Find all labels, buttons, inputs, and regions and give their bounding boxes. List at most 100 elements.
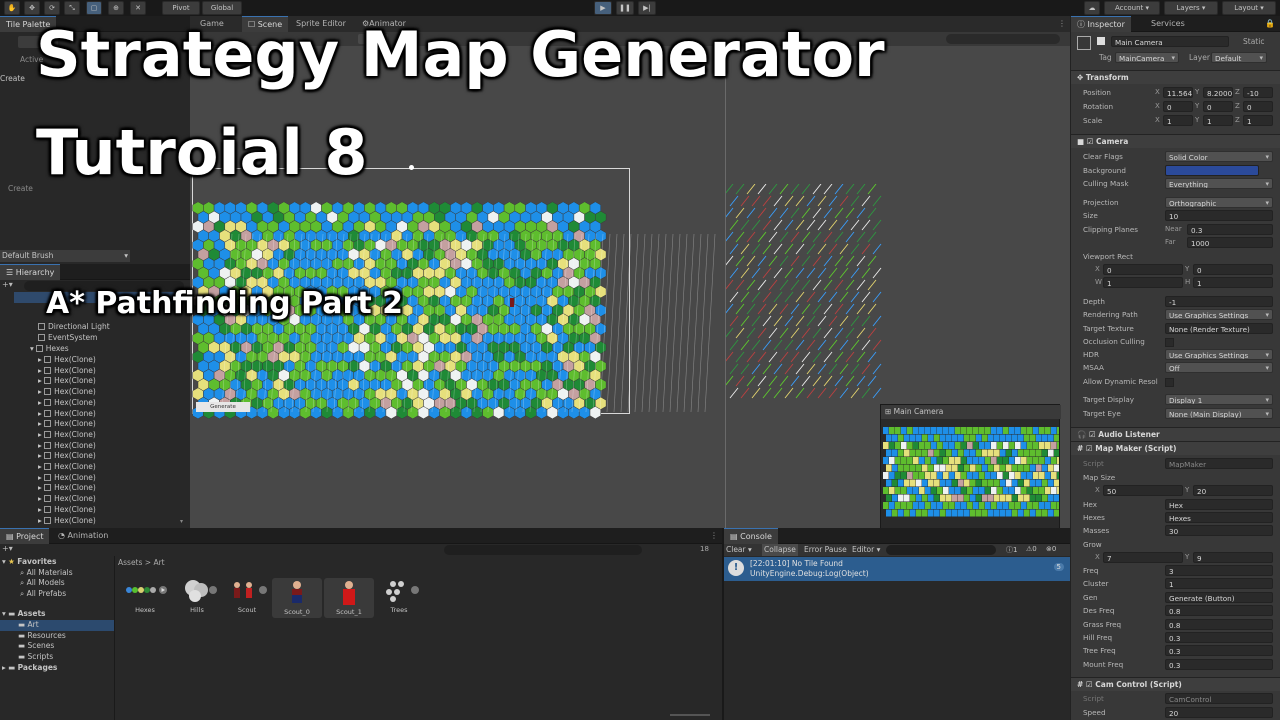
speed-field[interactable]: 20 xyxy=(1165,707,1273,718)
pivot-toggle[interactable]: Pivot xyxy=(162,1,200,15)
list-item[interactable]: ▸ Hex(Clone) xyxy=(38,398,96,409)
checkbox[interactable] xyxy=(1165,338,1174,347)
list-item[interactable]: ▾ Hexes xyxy=(30,344,69,355)
clear-button[interactable]: Clear ▾ xyxy=(726,545,752,554)
scale-x-field[interactable]: 1 xyxy=(1163,115,1193,126)
add-asset-icon[interactable]: +▾ xyxy=(2,544,13,553)
console-search-input[interactable] xyxy=(886,545,996,555)
camera-row-value[interactable]: Orthographic xyxy=(1165,197,1273,208)
collapse-button[interactable]: Collapse xyxy=(762,544,798,556)
position-x-field[interactable]: 11.564 xyxy=(1163,87,1193,98)
checkbox[interactable] xyxy=(1165,378,1174,387)
scale-tool-icon[interactable]: ⤡ xyxy=(64,1,80,15)
mapmaker-script-field[interactable]: MapMaker xyxy=(1165,458,1273,469)
tab-services[interactable]: Services xyxy=(1145,16,1191,32)
camera-row-value[interactable]: Solid Color xyxy=(1165,151,1273,162)
list-item[interactable]: ⌕ All Prefabs xyxy=(20,589,66,600)
pause-button[interactable]: ❚❚ xyxy=(616,1,634,15)
mapsize-y-field[interactable]: 20 xyxy=(1193,485,1273,496)
viewport-h-field[interactable]: 1 xyxy=(1193,277,1273,288)
list-item[interactable]: ▸ Hex(Clone) xyxy=(38,505,96,516)
camera-header[interactable]: ■ ☑ Camera xyxy=(1071,134,1280,148)
grow-y-field[interactable]: 9 xyxy=(1193,552,1273,563)
tag-dropdown[interactable]: MainCamera xyxy=(1115,52,1179,63)
list-item[interactable]: EventSystem xyxy=(38,333,97,344)
asset-hills[interactable]: Hills xyxy=(173,576,221,614)
active-checkbox[interactable] xyxy=(1097,37,1105,45)
camera-row-value[interactable]: None (Render Texture) xyxy=(1165,323,1273,334)
asset-scout-1[interactable]: Scout_1 xyxy=(324,578,374,618)
log-count-button[interactable]: ⓘ1 xyxy=(1006,545,1017,555)
rotate-tool-icon[interactable]: ⟳ xyxy=(44,1,60,15)
tab-project[interactable]: ▤ Project xyxy=(0,528,50,544)
asset-trees[interactable]: Trees xyxy=(375,576,423,614)
list-item[interactable]: ▸ Hex(Clone) xyxy=(38,376,96,387)
scene-search-input[interactable] xyxy=(946,34,1060,44)
account-dropdown[interactable]: Account ▾ xyxy=(1104,1,1160,15)
mapmaker-row-value[interactable]: 0.3 xyxy=(1165,659,1273,670)
list-item[interactable]: ▸ Hex(Clone) xyxy=(38,430,96,441)
mapmaker-row-value[interactable]: 0.8 xyxy=(1165,605,1273,616)
list-item[interactable]: ▸ Hex(Clone) xyxy=(38,355,96,366)
folder-resources[interactable]: ▬ Resources xyxy=(18,631,66,642)
mapmaker-row-value[interactable]: Hexes xyxy=(1165,512,1273,523)
mapmaker-row-value[interactable]: 0.3 xyxy=(1165,645,1273,656)
packages-folder[interactable]: ▸ ▬ Packages xyxy=(2,663,57,674)
camera-row-value[interactable]: Everything xyxy=(1165,178,1273,189)
list-item[interactable]: ⌕ All Models xyxy=(20,578,65,589)
list-item[interactable]: ⌕ All Materials xyxy=(20,568,73,579)
assets-folder[interactable]: ▾ ▬ Assets xyxy=(2,609,46,620)
list-item[interactable]: ▸ Hex(Clone) xyxy=(38,483,96,494)
camera-row-value[interactable]: Display 1 xyxy=(1165,394,1273,405)
zoom-slider[interactable] xyxy=(670,714,710,716)
layout-dropdown[interactable]: Layout ▾ xyxy=(1222,1,1276,15)
mapmaker-row-value[interactable]: 1 xyxy=(1165,578,1273,589)
mapmaker-row-value[interactable]: Generate (Button) xyxy=(1165,592,1273,603)
create-new-palette-label[interactable]: Create xyxy=(8,184,33,193)
favorites-folder[interactable]: ▾ ★ Favorites xyxy=(2,557,56,568)
audio-listener-header[interactable]: 🎧 ☑ Audio Listener xyxy=(1071,427,1280,441)
near-field[interactable]: 0.3 xyxy=(1187,224,1273,235)
list-item[interactable]: ▸ Hex(Clone) xyxy=(38,441,96,452)
camcontrol-header[interactable]: # ☑ Cam Control (Script) xyxy=(1071,677,1280,691)
rotation-x-field[interactable]: 0 xyxy=(1163,101,1193,112)
list-item[interactable]: ▸ Hex(Clone) xyxy=(38,387,96,398)
layer-dropdown[interactable]: Default xyxy=(1211,52,1267,63)
list-item[interactable]: ▸ Hex(Clone) xyxy=(38,451,96,462)
list-item[interactable]: ▸ Hex(Clone) xyxy=(38,516,96,527)
viewport-w-field[interactable]: 1 xyxy=(1103,277,1183,288)
error-pause-button[interactable]: Error Pause xyxy=(804,545,847,554)
grow-x-field[interactable]: 7 xyxy=(1103,552,1183,563)
tab-inspector[interactable]: ⓘ Inspector xyxy=(1071,16,1131,32)
camera-row-value[interactable]: -1 xyxy=(1165,296,1273,307)
step-button[interactable]: ▶| xyxy=(638,1,656,15)
camera-row-value[interactable]: Use Graphics Settings xyxy=(1165,349,1273,360)
rotation-z-field[interactable]: 0 xyxy=(1243,101,1273,112)
custom-tool-icon[interactable]: ✕ xyxy=(130,1,146,15)
object-name-field[interactable]: Main Camera xyxy=(1111,36,1229,47)
move-tool-icon[interactable]: ✥ xyxy=(24,1,40,15)
layers-dropdown[interactable]: Layers ▾ xyxy=(1164,1,1218,15)
mapmaker-row-value[interactable]: 3 xyxy=(1165,565,1273,576)
scale-z-field[interactable]: 1 xyxy=(1243,115,1273,126)
add-icon[interactable]: +▾ xyxy=(2,280,14,290)
rect-handle[interactable] xyxy=(409,165,414,170)
list-item[interactable]: ▸ Hex(Clone) xyxy=(38,419,96,430)
project-search-input[interactable] xyxy=(444,545,642,555)
transform-tool-icon[interactable]: ⊕ xyxy=(108,1,124,15)
list-item[interactable]: ▸ Hex(Clone) xyxy=(38,494,96,505)
asset-hexes[interactable]: Hexes xyxy=(121,576,169,614)
mapmaker-row-value[interactable]: 30 xyxy=(1165,525,1273,536)
scout-unit[interactable] xyxy=(510,298,514,307)
viewport-x-field[interactable]: 0 xyxy=(1103,264,1183,275)
mapmaker-row-value[interactable]: 0.3 xyxy=(1165,632,1273,643)
list-item[interactable]: ▸ Hex(Clone) xyxy=(38,462,96,473)
scroll-down-icon[interactable]: ▾ xyxy=(180,518,183,525)
position-y-field[interactable]: 8.2000 xyxy=(1203,87,1233,98)
transform-header[interactable]: ✥ Transform xyxy=(1071,70,1280,84)
global-toggle[interactable]: Global xyxy=(202,1,242,15)
log-entry[interactable]: ! [22:01:10] No Tile Found UnityEngine.D… xyxy=(724,557,1070,581)
camera-row-value[interactable]: None (Main Display) xyxy=(1165,408,1273,419)
camera-row-value[interactable]: Use Graphics Settings xyxy=(1165,309,1273,320)
lock-icon[interactable]: 🔒 xyxy=(1265,19,1275,28)
